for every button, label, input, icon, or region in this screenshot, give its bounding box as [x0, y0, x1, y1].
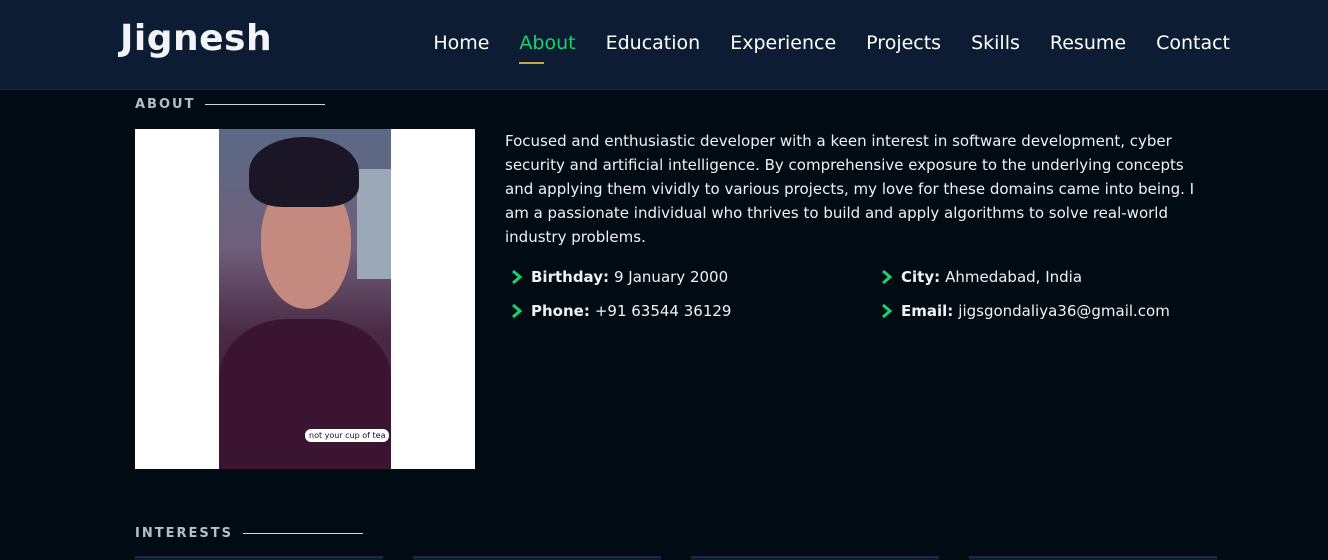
info-label: Phone:	[531, 302, 590, 320]
interest-card[interactable]	[135, 556, 383, 560]
nav-skills[interactable]: Skills	[971, 32, 1020, 64]
chevron-right-icon	[882, 269, 893, 285]
nav-about[interactable]: About	[519, 32, 576, 64]
title-divider	[242, 533, 363, 534]
chevron-right-icon	[512, 269, 523, 285]
info-value: 9 January 2000	[614, 268, 729, 286]
info-value[interactable]: jigsgondaliya36@gmail.com	[958, 302, 1170, 320]
about-title-text: ABOUT	[135, 97, 196, 112]
nav-contact[interactable]: Contact	[1156, 32, 1230, 64]
info-phone: Phone: +91 63544 36129	[510, 299, 880, 323]
about-bio: Focused and enthusiastic developer with …	[505, 132, 1195, 246]
personal-info-list: Birthday: 9 January 2000 City: Ahmedabad…	[510, 265, 1210, 323]
interest-card[interactable]	[691, 556, 939, 560]
info-label: City:	[901, 268, 941, 286]
about-section-title: ABOUT	[135, 97, 326, 112]
nav-education[interactable]: Education	[606, 32, 701, 64]
interest-card[interactable]	[969, 556, 1217, 560]
nav-resume[interactable]: Resume	[1050, 32, 1126, 64]
nav-home[interactable]: Home	[433, 32, 489, 64]
chevron-right-icon	[512, 303, 523, 319]
nav-experience[interactable]: Experience	[730, 32, 836, 64]
site-header: Jignesh Home About Education Experience …	[0, 0, 1328, 90]
title-divider	[205, 104, 326, 105]
site-logo[interactable]: Jignesh	[120, 18, 272, 59]
profile-photo: not your cup of tea	[219, 129, 391, 469]
photo-sticker: not your cup of tea	[305, 429, 390, 442]
info-birthday: Birthday: 9 January 2000	[510, 265, 880, 289]
interests-section-title: INTERESTS	[135, 526, 363, 541]
photo-background	[357, 169, 391, 279]
nav-projects[interactable]: Projects	[866, 32, 941, 64]
info-email: Email: jigsgondaliya36@gmail.com	[880, 299, 1210, 323]
interests-title-text: INTERESTS	[135, 526, 233, 541]
interest-cards	[135, 556, 1217, 560]
chevron-right-icon	[882, 303, 893, 319]
info-value: Ahmedabad, India	[945, 268, 1083, 286]
main-nav: Home About Education Experience Projects…	[433, 32, 1230, 64]
info-label: Email:	[901, 302, 954, 320]
photo-hair	[249, 137, 359, 207]
profile-photo-frame: not your cup of tea	[135, 129, 475, 469]
interest-card[interactable]	[413, 556, 661, 560]
photo-shirt	[219, 319, 391, 469]
info-value: +91 63544 36129	[594, 302, 732, 320]
info-label: Birthday:	[531, 268, 609, 286]
info-city: City: Ahmedabad, India	[880, 265, 1210, 289]
